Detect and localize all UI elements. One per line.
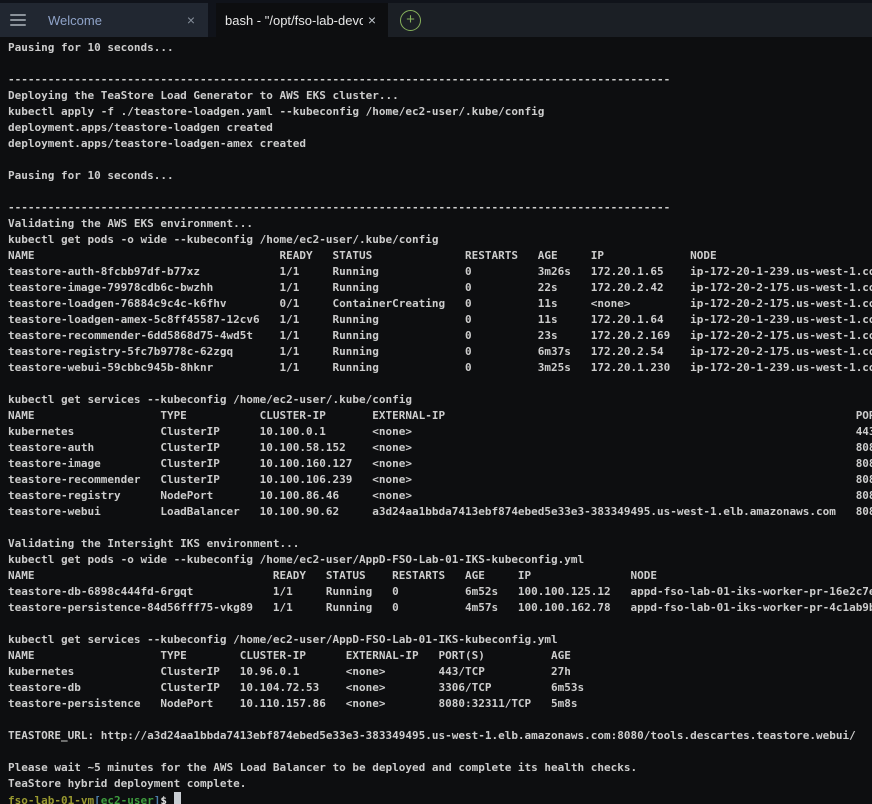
- terminal-line: teastore-webui-59cbbc945b-8hknr 1/1 Runn…: [8, 360, 872, 376]
- terminal-line: Deploying the TeaStore Load Generator to…: [8, 88, 872, 104]
- terminal-line: NAME TYPE CLUSTER-IP EXTERNAL-IP POR: [8, 408, 872, 424]
- terminal-line: kubectl get services --kubeconfig /home/…: [8, 632, 872, 648]
- menu-icon[interactable]: [10, 12, 26, 28]
- new-tab-button[interactable]: +: [400, 10, 421, 31]
- terminal-line: Pausing for 10 seconds...: [8, 40, 872, 56]
- prompt-bracket-open: [: [94, 794, 101, 804]
- terminal-line: kubectl get pods -o wide --kubeconfig /h…: [8, 552, 872, 568]
- terminal-line: [8, 744, 872, 760]
- terminal-line: teastore-loadgen-amex-5c8ff45587-12cv6 1…: [8, 312, 872, 328]
- tab-bar: Welcome × bash - "/opt/fso-lab-devop × +: [0, 0, 872, 37]
- terminal-line: Pausing for 10 seconds...: [8, 168, 872, 184]
- terminal-line: deployment.apps/teastore-loadgen created: [8, 120, 872, 136]
- prompt-dollar: $: [160, 794, 167, 804]
- terminal-line: TEASTORE_URL: http://a3d24aa1bbda7413ebf…: [8, 728, 872, 744]
- tab-welcome[interactable]: Welcome ×: [0, 3, 208, 37]
- terminal-line: teastore-image ClusterIP 10.100.160.127 …: [8, 456, 872, 472]
- terminal-line: kubectl apply -f ./teastore-loadgen.yaml…: [8, 104, 872, 120]
- terminal-line: [8, 520, 872, 536]
- terminal-line: teastore-webui LoadBalancer 10.100.90.62…: [8, 504, 872, 520]
- terminal-line: kubectl get pods -o wide --kubeconfig /h…: [8, 232, 872, 248]
- terminal[interactable]: Pausing for 10 seconds... ---------------…: [0, 37, 872, 804]
- terminal-line: NAME READY STATUS RESTARTS AGE IP NODE: [8, 568, 872, 584]
- terminal-line: teastore-image-79978cdb6c-bwzhh 1/1 Runn…: [8, 280, 872, 296]
- terminal-line: teastore-auth ClusterIP 10.100.58.152 <n…: [8, 440, 872, 456]
- terminal-line: [8, 376, 872, 392]
- prompt-line: fso-lab-01-vm[ec2-user]$: [8, 792, 872, 804]
- terminal-line: [8, 152, 872, 168]
- close-icon[interactable]: ×: [365, 11, 379, 29]
- terminal-line: Validating the Intersight IKS environmen…: [8, 536, 872, 552]
- terminal-line: NAME TYPE CLUSTER-IP EXTERNAL-IP PORT(S)…: [8, 648, 872, 664]
- prompt-user: ec2-user: [101, 794, 154, 804]
- terminal-line: ----------------------------------------…: [8, 72, 872, 88]
- terminal-line: [8, 712, 872, 728]
- tab-bar-rest: +: [388, 3, 872, 37]
- tab-bash[interactable]: bash - "/opt/fso-lab-devop ×: [216, 3, 388, 37]
- terminal-line: teastore-registry-5fc7b9778c-62zgq 1/1 R…: [8, 344, 872, 360]
- terminal-line: TeaStore hybrid deployment complete.: [8, 776, 872, 792]
- terminal-line: kubernetes ClusterIP 10.96.0.1 <none> 44…: [8, 664, 872, 680]
- terminal-line: teastore-recommender ClusterIP 10.100.10…: [8, 472, 872, 488]
- close-icon[interactable]: ×: [184, 11, 198, 29]
- terminal-line: teastore-persistence-84d56fff75-vkg89 1/…: [8, 600, 872, 616]
- terminal-line: ----------------------------------------…: [8, 200, 872, 216]
- terminal-line: teastore-recommender-6dd5868d75-4wd5t 1/…: [8, 328, 872, 344]
- terminal-line: [8, 56, 872, 72]
- terminal-line: deployment.apps/teastore-loadgen-amex cr…: [8, 136, 872, 152]
- tab-bash-label: bash - "/opt/fso-lab-devop: [225, 13, 363, 28]
- plus-icon: +: [406, 12, 415, 27]
- terminal-line: teastore-registry NodePort 10.100.86.46 …: [8, 488, 872, 504]
- terminal-line: [8, 184, 872, 200]
- tab-welcome-label: Welcome: [48, 13, 102, 28]
- prompt-host: fso-lab-01-vm: [8, 794, 94, 804]
- terminal-line: teastore-auth-8fcbb97df-b77xz 1/1 Runnin…: [8, 264, 872, 280]
- terminal-line: [8, 616, 872, 632]
- terminal-window: Welcome × bash - "/opt/fso-lab-devop × +…: [0, 0, 872, 804]
- terminal-line: teastore-loadgen-76884c9c4c-k6fhv 0/1 Co…: [8, 296, 872, 312]
- terminal-line: Please wait ~5 minutes for the AWS Load …: [8, 760, 872, 776]
- terminal-line: Validating the AWS EKS environment...: [8, 216, 872, 232]
- terminal-output: Pausing for 10 seconds... ---------------…: [8, 40, 872, 792]
- terminal-line: kubernetes ClusterIP 10.100.0.1 <none> 4…: [8, 424, 872, 440]
- terminal-line: teastore-db ClusterIP 10.104.72.53 <none…: [8, 680, 872, 696]
- terminal-line: NAME READY STATUS RESTARTS AGE IP NODE: [8, 248, 872, 264]
- terminal-line: teastore-db-6898c444fd-6rgqt 1/1 Running…: [8, 584, 872, 600]
- terminal-line: kubectl get services --kubeconfig /home/…: [8, 392, 872, 408]
- terminal-line: teastore-persistence NodePort 10.110.157…: [8, 696, 872, 712]
- terminal-cursor: [174, 792, 181, 804]
